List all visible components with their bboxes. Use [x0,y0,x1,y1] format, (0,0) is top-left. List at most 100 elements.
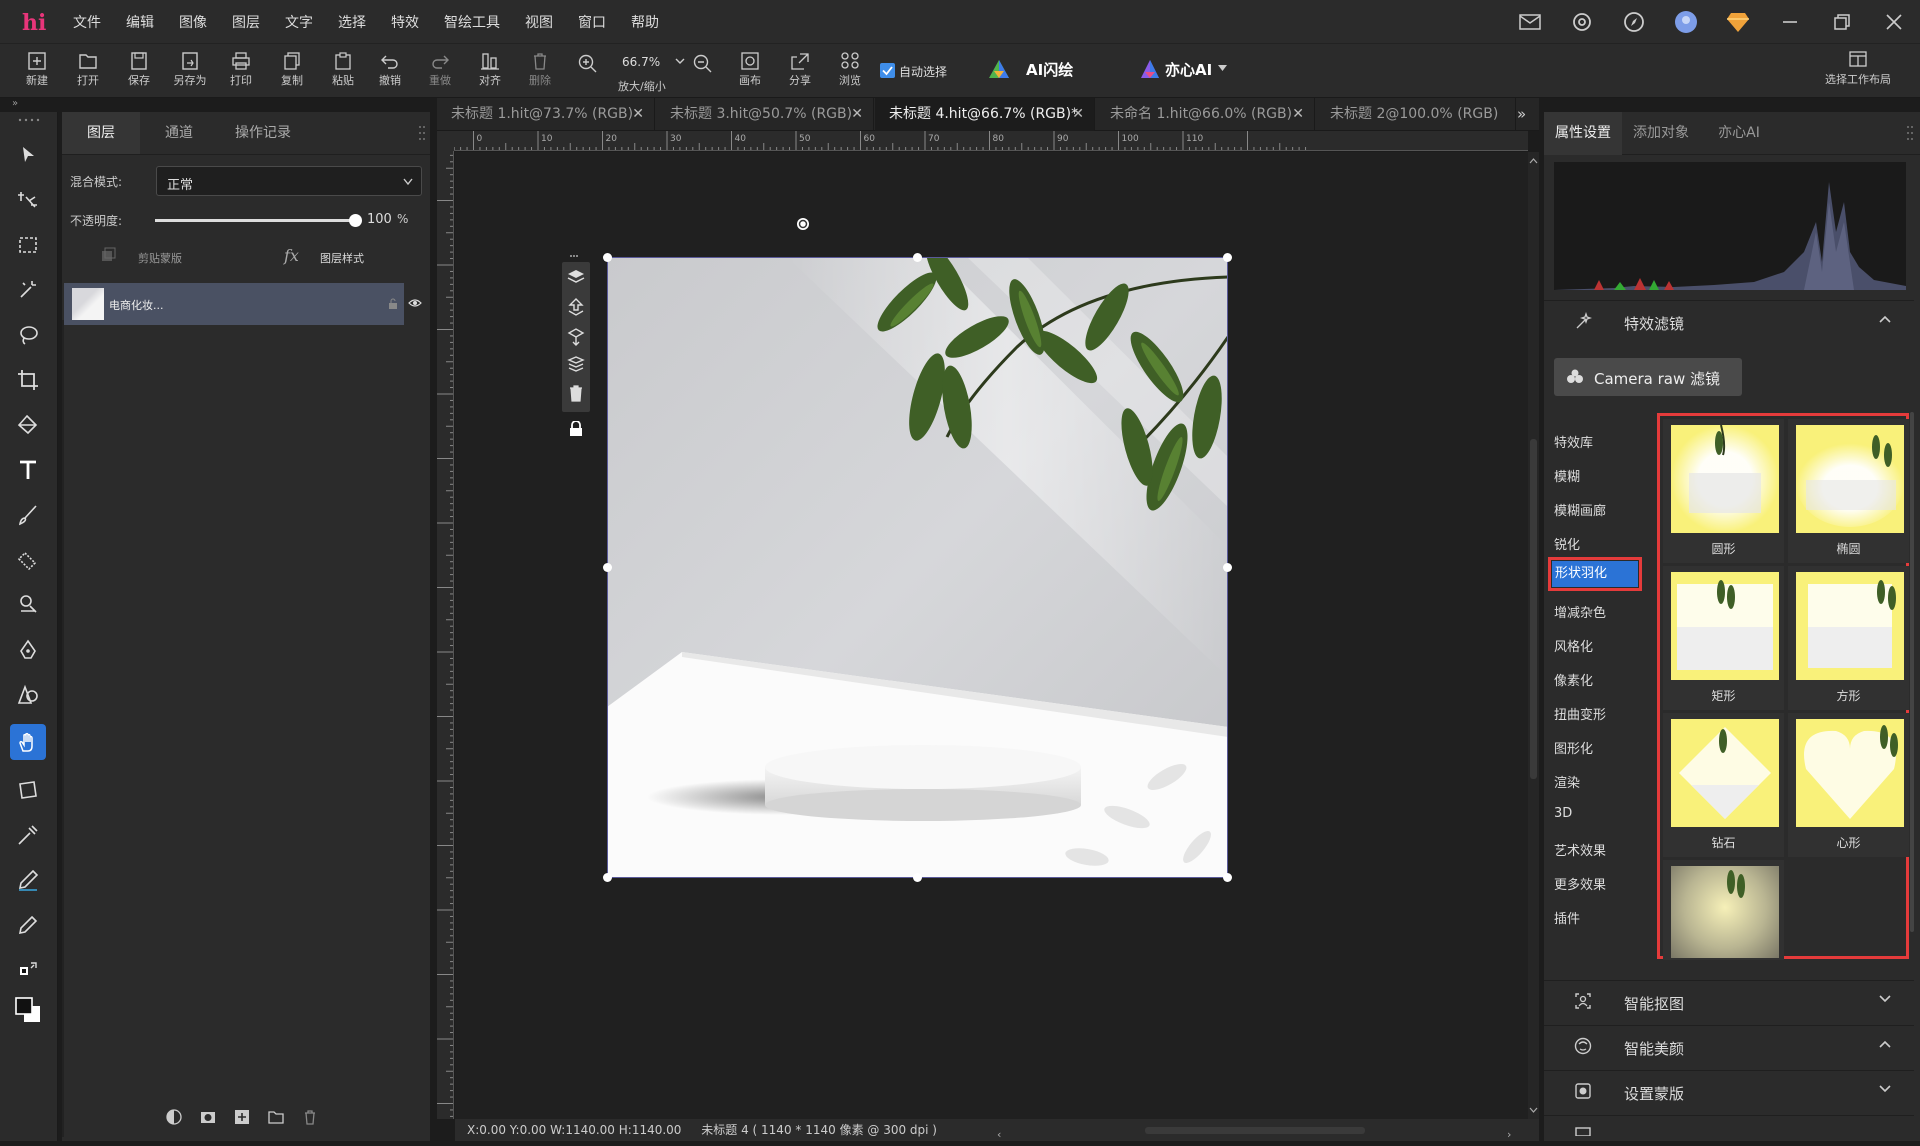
lock-icon[interactable] [569,421,583,437]
mail-icon[interactable] [1504,0,1556,44]
resize-handle[interactable] [603,253,612,262]
vip-gem-icon[interactable] [1712,0,1764,44]
swap-colors-icon[interactable] [10,952,46,988]
expand-panel-icon[interactable]: » [0,98,24,112]
lasso-tool-icon[interactable] [10,317,46,353]
category-noise[interactable]: 增减杂色 [1554,602,1606,621]
effects-filter-section-header[interactable]: 特效滤镜 [1544,300,1914,344]
opacity-value[interactable]: 100 [367,212,392,227]
tab-channels[interactable]: 通道 [140,112,218,154]
healing-tool-icon[interactable] [10,817,46,853]
workspace-layout-button[interactable]: 选择工作布局 [1812,50,1904,87]
category-3d[interactable]: 3D [1554,806,1572,821]
share-button[interactable]: 分享 [775,48,825,96]
move-tool-icon[interactable] [10,137,46,173]
smart-cutout-section-header[interactable]: 智能抠图 [1544,980,1914,1024]
ai-flash-button[interactable]: AI闪绘 [1026,59,1073,80]
opacity-slider-knob[interactable] [349,214,362,227]
tab-layers[interactable]: 图层 [62,112,140,154]
category-graphic[interactable]: 图形化 [1554,738,1593,757]
resize-handle[interactable] [603,563,612,572]
new-button[interactable]: 新建 [12,48,62,96]
rect-marquee-tool-icon[interactable] [10,227,46,263]
panel-grip-icon[interactable] [418,124,426,144]
menu-text[interactable]: 文字 [285,12,313,32]
tab-close-icon[interactable]: ✕ [632,98,644,131]
resize-handle[interactable] [913,873,922,882]
ai-flash-icon[interactable] [988,59,1010,79]
doc-tab-5[interactable]: 未标题 2@100.0% (RGB) [1316,98,1516,131]
preset-circle[interactable]: 圆形 [1663,419,1784,563]
align-button[interactable]: 对齐 [465,48,515,96]
restore-icon[interactable] [1816,0,1868,44]
open-button[interactable]: 打开 [63,48,113,96]
zoom-out-icon[interactable] [693,54,713,74]
color-swatches-icon[interactable] [10,992,46,1028]
preset-vignette[interactable] [1663,860,1784,960]
menu-file[interactable]: 文件 [73,12,101,32]
bring-forward-icon[interactable] [567,298,585,316]
category-artistic[interactable]: 艺术效果 [1554,840,1606,859]
vertical-scrollbar[interactable] [1528,152,1539,1119]
crop-tool-icon[interactable] [10,362,46,398]
settings-icon[interactable] [1556,0,1608,44]
eraser-tool-icon[interactable] [10,542,46,578]
zoom-in-icon[interactable] [578,54,598,74]
hscroll-right-icon[interactable]: › [1507,1124,1511,1146]
category-shape-feather-active[interactable]: 形状羽化 [1552,561,1638,587]
menu-select[interactable]: 选择 [338,12,366,32]
resize-handle[interactable] [1223,563,1232,572]
chevron-up-icon[interactable] [1878,1039,1892,1049]
zoom-value[interactable]: 66.7% [622,55,660,69]
auto-select-checkbox[interactable] [880,63,895,78]
yixin-ai-dropdown-icon[interactable] [1218,65,1227,71]
save-button[interactable]: 保存 [114,48,164,96]
hscroll-left-icon[interactable]: ‹ [997,1124,1001,1146]
resize-handle[interactable] [1223,253,1232,262]
zoom-dropdown-chevron-icon[interactable] [675,56,685,66]
menu-smart-tools[interactable]: 智绘工具 [444,12,500,32]
category-plugins[interactable]: 插件 [1554,908,1580,927]
layer-lock-icon[interactable] [388,298,398,310]
pen-tool-icon[interactable] [10,632,46,668]
redo-button[interactable]: 重做 [415,48,465,96]
menu-edit[interactable]: 编辑 [126,12,154,32]
tab-close-icon[interactable]: ✕ [851,98,863,131]
copy-button[interactable]: 复制 [267,48,317,96]
tab-history[interactable]: 操作记录 [218,112,308,154]
brush-tool-icon[interactable] [10,497,46,533]
layer-visibility-eye-icon[interactable] [408,298,422,308]
scroll-down-icon[interactable] [1528,1105,1539,1115]
category-effects-library[interactable]: 特效库 [1554,432,1593,451]
new-group-folder-icon[interactable] [268,1109,284,1125]
fill-tool-icon[interactable] [10,407,46,443]
menu-layer[interactable]: 图层 [232,12,260,32]
yixin-ai-icon[interactable] [1140,59,1160,79]
resize-handle[interactable] [1223,873,1232,882]
canvas-button[interactable]: 画布 [725,48,775,96]
more-section-header[interactable] [1544,1115,1914,1141]
eyedropper-tool-icon[interactable] [10,907,46,943]
tab-close-icon[interactable]: ✕ [1072,98,1084,131]
canvas-area[interactable] [455,152,1528,1119]
menu-window[interactable]: 窗口 [578,12,606,32]
chevron-up-icon[interactable] [1878,314,1892,324]
category-stylize[interactable]: 风格化 [1554,636,1593,655]
presets-scrollbar[interactable] [1910,412,1914,932]
adjustment-layer-icon[interactable] [166,1109,182,1125]
preset-rectangle[interactable]: 矩形 [1663,566,1784,710]
preset-square[interactable]: 方形 [1788,566,1909,710]
tab-add-object[interactable]: 添加对象 [1622,112,1700,155]
category-distort[interactable]: 扭曲变形 [1554,704,1606,723]
blend-mode-select[interactable]: 正常 [156,166,422,196]
add-mask-icon[interactable] [200,1109,216,1125]
smart-beauty-section-header[interactable]: 智能美颜 [1544,1025,1914,1069]
shape-tool-icon[interactable] [10,677,46,713]
save-as-button[interactable]: 另存为 [165,48,215,96]
grip-icon[interactable] [569,254,579,258]
set-mask-section-header[interactable]: 设置蒙版 [1544,1070,1914,1114]
scroll-thumb[interactable] [1530,439,1537,779]
camera-raw-button[interactable]: Camera raw 滤镜 [1554,358,1742,396]
drag-grip-icon[interactable] [17,118,41,123]
delete-layer-icon[interactable] [302,1109,318,1125]
